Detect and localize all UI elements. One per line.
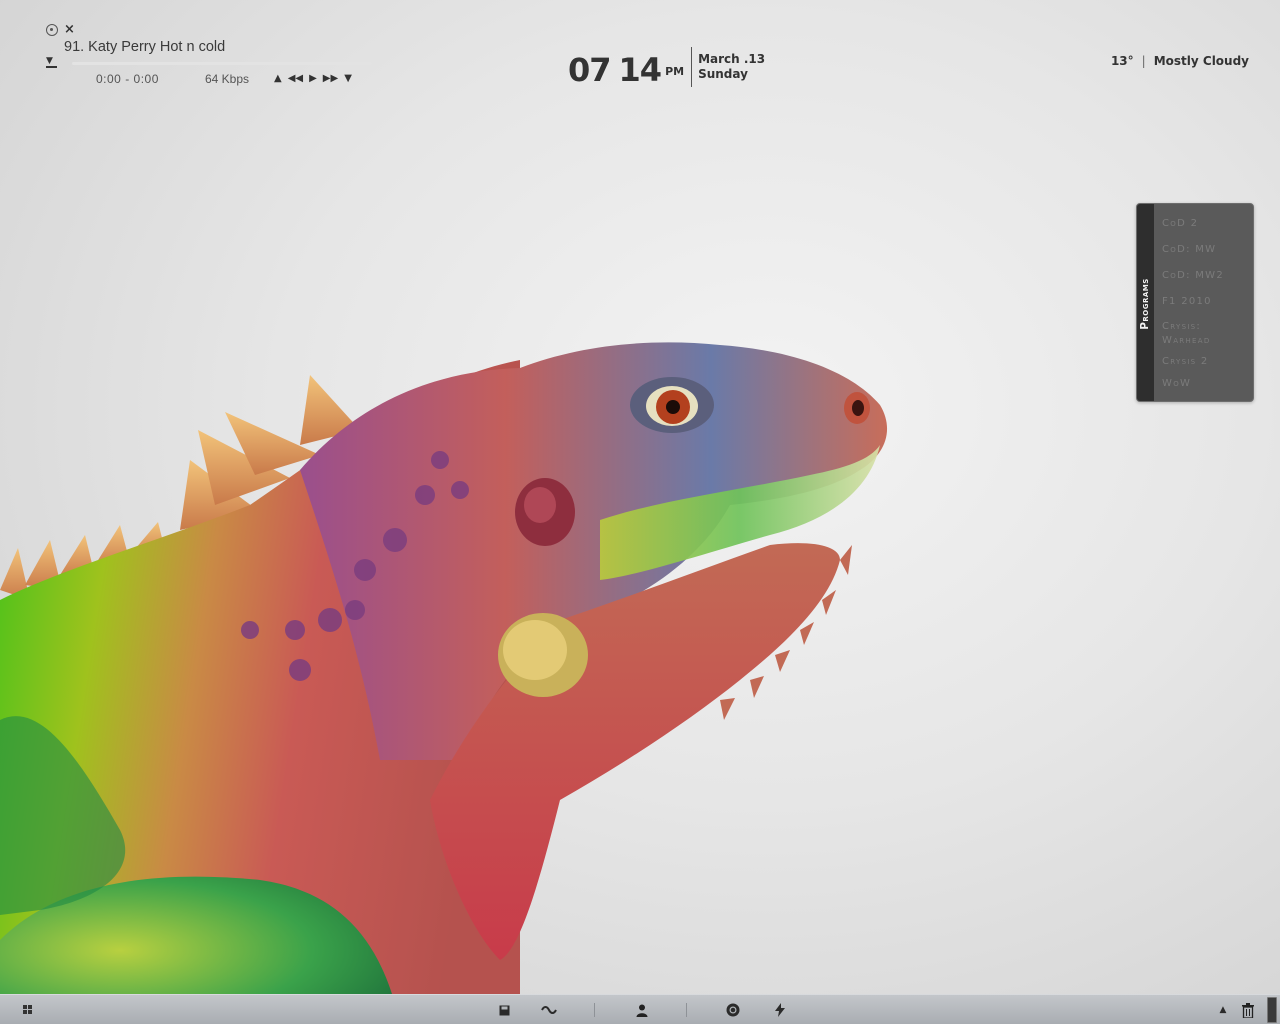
weather-condition: Mostly Cloudy [1153, 54, 1249, 68]
programs-list: CoD 2 CoD: MW CoD: MW2 F1 2010 Crysis: W… [1162, 218, 1242, 398]
clock-divider [691, 47, 693, 87]
show-desktop-icon[interactable] [1267, 997, 1277, 1023]
chrome-icon[interactable] [725, 1002, 741, 1018]
volume-up-icon[interactable]: ▲ [274, 73, 282, 84]
media-player-widget: × 91. Katy Perry Hot n cold ▼ 0:00 - 0:0… [44, 20, 384, 92]
wallpaper-iguana [0, 342, 888, 1024]
save-icon[interactable] [496, 1002, 512, 1018]
play-icon[interactable]: ▶ [309, 73, 317, 84]
track-progress-bar[interactable] [72, 62, 372, 65]
clock-ampm: PM [665, 65, 685, 78]
tray-arrow-icon[interactable]: ▲ [1215, 1002, 1231, 1018]
programs-title: Programs [1139, 278, 1151, 330]
previous-icon[interactable]: ◀◀ [288, 73, 303, 84]
taskbar-divider [686, 1003, 687, 1017]
trash-icon[interactable] [1240, 1002, 1256, 1018]
program-item-wow[interactable]: WoW [1162, 378, 1242, 398]
program-item-cod-mw2[interactable]: CoD: MW2 [1162, 270, 1242, 296]
pin-icon[interactable] [46, 23, 58, 36]
program-item-f1-2010[interactable]: F1 2010 [1162, 296, 1242, 320]
eject-icon[interactable]: ▼ [46, 57, 57, 68]
clock-minute: 14 [618, 51, 663, 89]
programs-launcher: Programs CoD 2 CoD: MW CoD: MW2 F1 2010 … [1136, 203, 1254, 402]
clock-weekday: Sunday [698, 67, 748, 81]
weather-divider: | [1141, 54, 1146, 68]
program-item-crysis-2[interactable]: Crysis 2 [1162, 356, 1242, 378]
programs-spine: Programs [1137, 204, 1154, 401]
track-time: 0:00 - 0:00 [96, 72, 159, 86]
program-item-cod2[interactable]: CoD 2 [1162, 218, 1242, 244]
program-item-cod-mw[interactable]: CoD: MW [1162, 244, 1242, 270]
program-item-crysis-warhead[interactable]: Crysis: Warhead [1162, 320, 1242, 356]
weather-widget: 13° | Mostly Cloudy [1111, 54, 1249, 68]
volume-down-icon[interactable]: ▼ [344, 73, 352, 84]
taskbar: ▲ [0, 994, 1280, 1024]
track-bitrate: 64 Kbps [205, 72, 250, 86]
player-transport-controls: ▲ ◀◀ ▶ ▶▶ ▼ [274, 73, 352, 84]
close-icon[interactable]: × [64, 22, 75, 37]
lightning-icon[interactable] [772, 1002, 788, 1018]
track-title: 91. Katy Perry Hot n cold [64, 39, 226, 55]
taskbar-divider [594, 1003, 595, 1017]
player-window-controls: × [46, 22, 75, 37]
clock-widget: 07 14 PM March .13 Sunday [568, 46, 765, 88]
user-icon[interactable] [634, 1002, 650, 1018]
weather-temperature: 13° [1110, 54, 1134, 68]
next-icon[interactable]: ▶▶ [323, 73, 338, 84]
clock-hour: 07 [568, 51, 612, 89]
clock-date-text: March .13 [698, 52, 766, 66]
start-icon[interactable] [20, 1002, 36, 1018]
link-icon[interactable] [541, 1002, 557, 1018]
clock-date: March .13 Sunday [698, 52, 765, 82]
